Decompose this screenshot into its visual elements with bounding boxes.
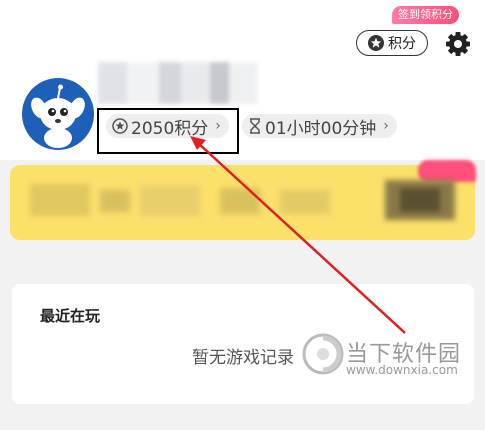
points-button[interactable]: 积分: [356, 30, 428, 56]
vip-banner-redacted-content: [30, 180, 460, 220]
watermark-logo-icon: [302, 333, 344, 375]
vip-tag-redacted: [418, 160, 476, 182]
avatar[interactable]: [22, 78, 94, 150]
gear-icon[interactable]: [444, 30, 472, 58]
annotation-highlight-box: [97, 108, 239, 154]
mascot-avatar-icon: [31, 84, 85, 148]
points-button-label: 积分: [388, 36, 416, 52]
sign-in-points-badge[interactable]: 签到领积分: [392, 6, 459, 24]
star-icon: [368, 35, 384, 51]
play-time-chip[interactable]: 01小时00分钟 ›: [242, 114, 397, 139]
chevron-right-icon: ›: [383, 118, 389, 134]
play-time-value: 01小时00分钟: [265, 118, 377, 139]
recent-games-title: 最近在玩: [40, 307, 101, 325]
watermark-url: www.downxia.com: [346, 363, 458, 377]
username-redacted: [98, 62, 258, 104]
recent-games-empty-text: 暂无游戏记录: [192, 348, 294, 368]
hourglass-icon: [250, 118, 260, 134]
